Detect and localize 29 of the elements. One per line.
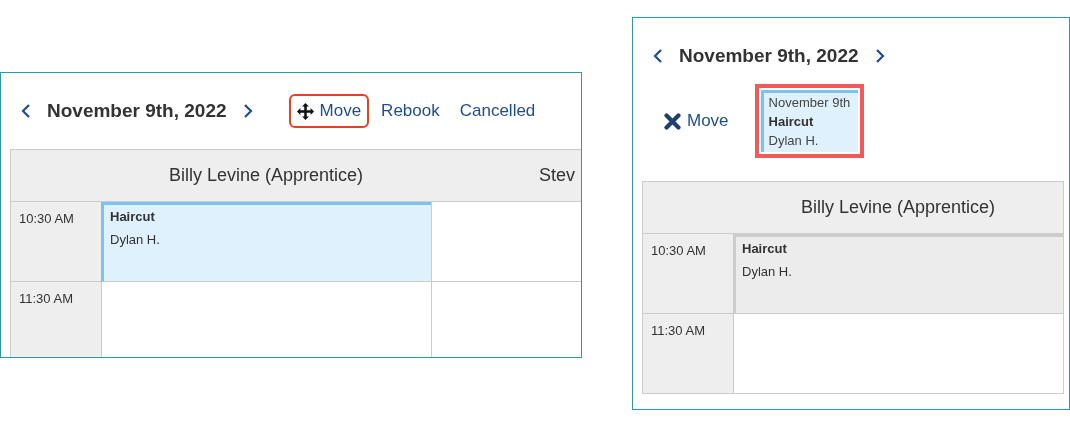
toolbar-link[interactable]: Cancelled <box>451 94 544 128</box>
appointment-service: Haircut <box>768 114 815 129</box>
appointment-date: November 9th <box>768 95 851 110</box>
date-title: November 9th, 2022 <box>679 45 859 67</box>
move-button[interactable]: Move <box>288 94 370 128</box>
appointment-block[interactable]: Haircut Dylan H. <box>101 202 431 282</box>
cancel-move-button[interactable]: Move <box>656 104 737 138</box>
chevron-right-icon <box>242 103 253 119</box>
close-icon <box>664 112 681 130</box>
toolbar-link[interactable]: Rebook <box>373 94 448 128</box>
time-label: 11:30 AM <box>643 314 733 394</box>
time-label: 11:30 AM <box>11 282 101 357</box>
chevron-left-icon <box>21 103 31 119</box>
staff-column-header: Billy Levine (Apprentice) <box>733 182 1063 234</box>
staff-column-header: Billy Levine (Apprentice) <box>101 150 431 202</box>
appointment-service: Haircut <box>742 241 788 256</box>
appointment-client: Dylan H. <box>110 232 161 247</box>
date-title: November 9th, 2022 <box>47 100 227 122</box>
staff-column-header: Stev <box>431 150 581 202</box>
dragged-appointment[interactable]: November 9th Haircut Dylan H. <box>760 90 859 152</box>
appointment-service: Haircut <box>110 209 156 224</box>
appointment-client: Dylan H. <box>768 133 820 148</box>
appointment-block[interactable]: Haircut Dylan H. <box>733 234 1063 314</box>
chevron-left-icon <box>653 48 663 64</box>
time-label: 10:30 AM <box>643 234 733 314</box>
chevron-right-icon <box>874 48 885 64</box>
move-arrows-icon <box>296 102 314 120</box>
appointment-client: Dylan H. <box>742 264 793 279</box>
time-label: 10:30 AM <box>11 202 101 282</box>
